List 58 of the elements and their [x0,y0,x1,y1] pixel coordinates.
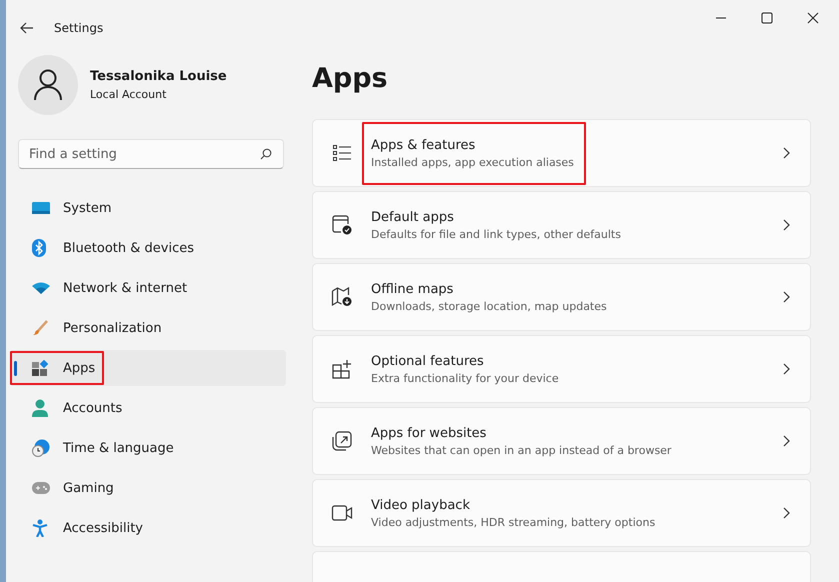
page-heading: Apps [312,62,389,96]
sidebar-item[interactable]: Personalization [10,310,286,346]
chevron-right-icon [783,363,790,375]
card-title: Optional features [371,354,485,368]
search-field[interactable]: Find a setting [18,139,284,169]
card-title: Apps & features [371,138,476,152]
open-in-app-icon [331,431,353,451]
chevron-right-icon [783,291,790,303]
chevron-right-icon [783,147,790,159]
sidebar-item[interactable]: Gaming [10,470,286,506]
card-description: Video adjustments, HDR streaming, battery options [371,516,656,528]
paintbrush-icon [32,320,48,336]
back-arrow-icon[interactable] [20,22,34,34]
gamepad-icon [32,482,50,494]
grid-plus-icon [331,359,353,379]
card-title: Default apps [371,210,455,224]
settings-card[interactable]: Apps & features Installed apps, app execution aliases [312,119,811,187]
window-check-icon [331,215,353,235]
card-description: Extra functionality for your device [371,372,559,384]
settings-card[interactable]: Offline maps Downloads, storage location, map updates [312,263,811,331]
card-description: Websites that can open in an app instead of a browser [371,444,672,456]
sidebar-item[interactable]: System [10,190,286,226]
sidebar-item[interactable]: Accessibility [10,510,286,546]
card-title: Offline maps [371,282,454,296]
accessibility-icon [32,519,48,537]
monitor-icon [32,201,50,215]
settings-card[interactable]: Optional features Extra functionality for your device [312,335,811,403]
sidebar-item[interactable]: Time & language [10,430,286,466]
person-icon [32,399,48,417]
close-icon[interactable] [807,12,819,24]
video-camera-icon [331,505,353,521]
card-description: Installed apps, app execution aliases [371,156,574,168]
settings-card[interactable]: Video playback Video adjustments, HDR streaming, battery options [312,479,811,547]
selection-indicator [14,361,17,376]
sidebar-item[interactable]: Accounts [10,390,286,426]
sidebar-item[interactable]: Bluetooth & devices [10,230,286,266]
user-name: Tessalonika Louise [90,69,227,84]
chevron-right-icon [783,219,790,231]
window-title: Settings [54,20,104,34]
chevron-right-icon [783,435,790,447]
card-title: Apps for websites [371,426,488,440]
bluetooth-icon [32,239,46,257]
apps-icon [32,360,48,376]
list-icon [331,145,353,161]
wifi-icon [32,282,50,294]
search-icon[interactable] [260,148,272,160]
chevron-right-icon [783,507,790,519]
sidebar-item[interactable]: Network & internet [10,270,286,306]
globe-clock-icon [32,439,50,457]
account-type: Local Account [90,88,168,101]
sidebar-item[interactable]: Apps [10,350,286,386]
map-download-icon [331,287,353,307]
card-description: Downloads, storage location, map updates [371,300,607,312]
maximize-icon[interactable] [761,12,773,24]
settings-card[interactable]: Default apps Defaults for file and link types, other defaults [312,191,811,259]
card-title: Video playback [371,498,471,512]
settings-card[interactable]: Apps for websites Websites that can open in an app instead of a browser [312,407,811,475]
card-description: Defaults for file and link types, other defaults [371,228,621,240]
